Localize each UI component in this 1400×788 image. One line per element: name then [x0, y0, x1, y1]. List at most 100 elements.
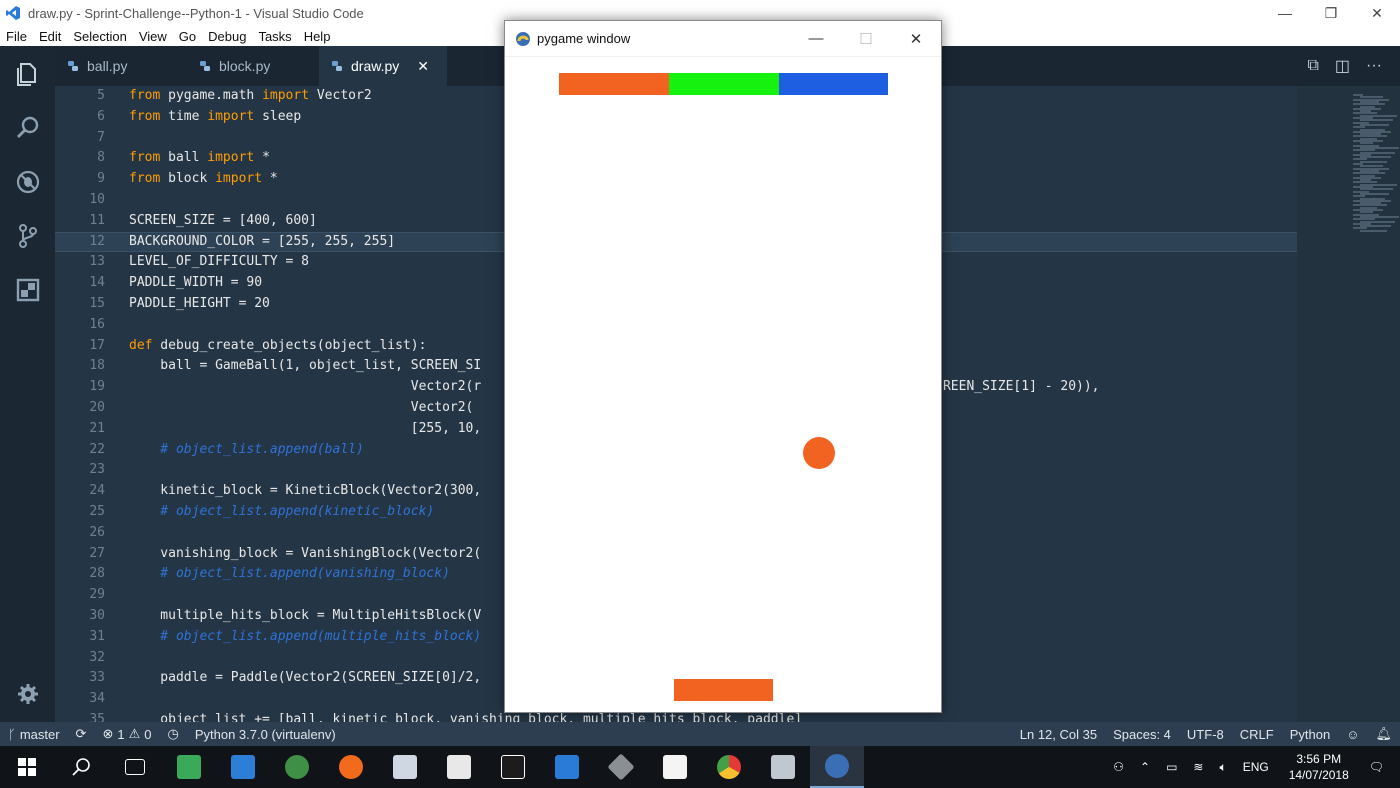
show-hidden-icons-chevron-icon[interactable]: ⌃	[1132, 760, 1158, 774]
tab-label: draw.py	[351, 58, 400, 74]
git-gui-icon[interactable]	[594, 746, 648, 788]
clock-date: 14/07/2018	[1288, 768, 1349, 782]
camera-app-icon[interactable]	[216, 746, 270, 788]
menu-tasks[interactable]: Tasks	[252, 29, 297, 44]
code-token: multiple_hits_block = MultipleHitsBlock(…	[129, 607, 482, 623]
source-control-icon[interactable]	[0, 214, 55, 258]
taskbar-search-icon[interactable]	[54, 746, 108, 788]
code-token: debug_create_objects(object_list):	[152, 337, 427, 353]
line-number: 22	[89, 441, 105, 457]
sync-icon[interactable]: ⟳	[68, 726, 95, 742]
python-interpreter[interactable]: Python 3.7.0 (virtualenv)	[187, 727, 344, 742]
indentation[interactable]: Spaces: 4	[1105, 727, 1179, 742]
people-icon[interactable]: ⚇	[1105, 760, 1132, 774]
pygame-close-button[interactable]: ✕	[891, 30, 941, 48]
action-center-icon[interactable]: 🗨︎	[1361, 760, 1400, 774]
code-token: Vector2(	[129, 399, 474, 415]
debug-icon[interactable]	[0, 160, 55, 204]
battery-icon[interactable]: ▭	[1158, 760, 1185, 774]
menu-view[interactable]: View	[133, 29, 173, 44]
paddle	[674, 679, 773, 701]
language-mode[interactable]: Python	[1282, 727, 1338, 742]
search-icon[interactable]	[0, 106, 55, 150]
close-tab-icon[interactable]: ✕	[417, 58, 429, 75]
feedback-smiley-icon[interactable]: ☺	[1338, 727, 1367, 742]
pictures-app-icon[interactable]	[756, 746, 810, 788]
line-number: 17	[89, 337, 105, 353]
keyword-token: import	[207, 108, 255, 124]
tab-ball-py[interactable]: ball.py	[55, 46, 187, 86]
line-number: 20	[89, 399, 105, 415]
line-number: 14	[89, 275, 105, 291]
chrome-icon[interactable]	[702, 746, 756, 788]
pygame-window[interactable]: pygame window — ☐ ✕	[504, 20, 942, 713]
more-actions-icon[interactable]: ···	[1366, 57, 1382, 75]
input-language[interactable]: ENG	[1235, 760, 1277, 774]
minimap[interactable]	[1297, 86, 1400, 722]
line-number: 35	[89, 711, 105, 722]
code-token: *	[254, 150, 270, 166]
sublime-text-icon[interactable]	[648, 746, 702, 788]
status-bar: ᚴ master ⟳ ⊗ 1 ⚠ 0 ◷ Python 3.7.0 (virtualen…	[0, 722, 1400, 746]
menu-help[interactable]: Help	[298, 29, 337, 44]
line-number: 26	[89, 524, 105, 540]
keyword-token: from	[129, 171, 161, 187]
code-token: BACKGROUND_COLOR = [255, 255, 255]	[129, 233, 396, 249]
minimize-button[interactable]: —	[1262, 0, 1308, 26]
error-icon: ⊗	[102, 726, 114, 741]
line-number: 29	[89, 587, 105, 603]
taskbar-clock[interactable]: 3:56 PM 14/07/2018	[1277, 751, 1361, 783]
task-view-icon[interactable]	[108, 746, 162, 788]
line-ending[interactable]: CRLF	[1232, 727, 1282, 742]
pycharm-icon[interactable]	[486, 746, 540, 788]
pygame-canvas[interactable]	[505, 57, 941, 712]
evernote-app-icon[interactable]	[162, 746, 216, 788]
cursor-position[interactable]: Ln 12, Col 35	[1012, 727, 1105, 742]
tab-draw-py[interactable]: draw.py ✕	[319, 46, 447, 86]
scanner-icon[interactable]	[378, 746, 432, 788]
open-changes-icon[interactable]: ⧉	[1307, 57, 1318, 75]
split-editor-icon[interactable]: ◫	[1335, 56, 1350, 76]
code-token: *	[262, 171, 278, 187]
mongodb-compass-icon[interactable]	[270, 746, 324, 788]
menu-file[interactable]: File	[0, 29, 33, 44]
python-file-icon	[68, 61, 78, 71]
line-number: 24	[89, 483, 105, 499]
pygame-minimize-button[interactable]: —	[791, 30, 841, 47]
menu-go[interactable]: Go	[173, 29, 202, 44]
encoding[interactable]: UTF-8	[1179, 727, 1232, 742]
code-token: pygame.math	[160, 88, 263, 103]
tab-block-py[interactable]: block.py	[187, 46, 319, 86]
menu-edit[interactable]: Edit	[33, 29, 67, 44]
python-file-icon	[200, 61, 210, 71]
menu-debug[interactable]: Debug	[202, 29, 252, 44]
windows-start-icon[interactable]	[0, 746, 54, 788]
close-window-button[interactable]: ✕	[1354, 0, 1400, 26]
block-blue	[779, 73, 888, 95]
code-token: ball = GameBall(1, object_list, SCREEN_S…	[129, 358, 482, 374]
minimap-line	[1360, 229, 1387, 232]
extensions-icon[interactable]	[0, 268, 55, 312]
settings-gear-icon[interactable]	[0, 672, 55, 716]
restore-button[interactable]: ❐	[1308, 0, 1354, 26]
code-token: kinetic_block = KineticBlock(Vector2(300…	[129, 483, 482, 499]
document-app-icon[interactable]	[432, 746, 486, 788]
clock-icon[interactable]: ◷	[159, 726, 186, 742]
clock-time: 3:56 PM	[1296, 752, 1342, 766]
explorer-icon[interactable]	[0, 52, 55, 96]
keyword-token: from	[129, 108, 161, 124]
branch-status[interactable]: ᚴ master	[0, 727, 68, 742]
menu-selection[interactable]: Selection	[67, 29, 132, 44]
code-token: [255, 10,	[129, 420, 482, 436]
keyword-token: import	[215, 171, 263, 187]
volume-icon[interactable]: 🔈︎	[1211, 760, 1234, 775]
vscode-taskbar-icon[interactable]	[540, 746, 594, 788]
line-number: 25	[89, 503, 105, 519]
wifi-icon[interactable]: ≋	[1185, 760, 1211, 774]
pygame-taskbar-icon[interactable]	[810, 746, 864, 788]
windows-taskbar: ⚇ ⌃ ▭ ≋ 🔈︎ ENG 3:56 PM 14/07/2018 🗨︎	[0, 746, 1400, 788]
notifications-bell-icon[interactable]: 🔔︎	[1367, 726, 1400, 742]
problems-status[interactable]: ⊗ 1 ⚠ 0	[94, 726, 159, 742]
pygame-maximize-button[interactable]: ☐	[841, 30, 891, 48]
postman-icon[interactable]	[324, 746, 378, 788]
